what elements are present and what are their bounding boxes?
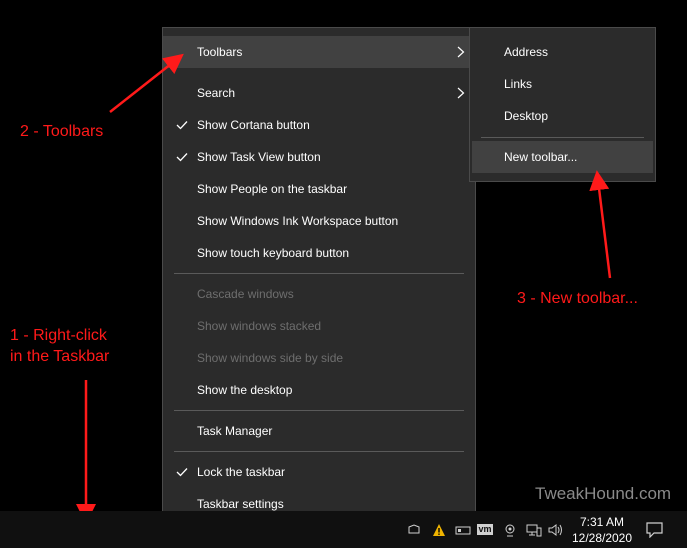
submenu-item-address[interactable]: Address (470, 36, 655, 68)
menu-item-task-manager[interactable]: Task Manager (163, 415, 475, 447)
menu-item-search[interactable]: Search (163, 77, 475, 109)
menu-item-label: Show People on the taskbar (197, 182, 348, 196)
menu-item-label: Show Task View button (197, 150, 321, 164)
menu-item-label: Lock the taskbar (197, 465, 286, 479)
chevron-right-icon (456, 36, 466, 68)
clock-time: 7:31 AM (579, 515, 625, 529)
menu-item-label: Show Cortana button (197, 118, 310, 132)
menu-item-toolbars[interactable]: Toolbars (163, 36, 475, 68)
submenu-item-label: Address (504, 45, 549, 59)
menu-separator (174, 410, 464, 411)
menu-item-label: Cascade windows (197, 287, 294, 301)
menu-item-show-touch-keyboard[interactable]: Show touch keyboard button (163, 237, 475, 269)
menu-item-show-desktop[interactable]: Show the desktop (163, 374, 475, 406)
menu-item-label: Show touch keyboard button (197, 246, 350, 260)
network-icon[interactable] (525, 511, 543, 548)
menu-item-label: Show Windows Ink Workspace button (197, 214, 399, 228)
menu-item-label: Show windows stacked (197, 319, 322, 333)
webcam-icon[interactable] (502, 511, 518, 548)
submenu-item-desktop[interactable]: Desktop (470, 100, 655, 132)
checkmark-icon (175, 109, 189, 141)
checkmark-icon (175, 456, 189, 488)
menu-separator (174, 451, 464, 452)
submenu-item-new-toolbar[interactable]: New toolbar... (472, 141, 653, 173)
menu-separator (174, 273, 464, 274)
menu-item-windows-side-by-side: Show windows side by side (163, 342, 475, 374)
toolbars-submenu: Address Links Desktop New toolbar... (469, 27, 656, 182)
storage-icon[interactable] (454, 511, 472, 548)
menu-item-label: Show windows side by side (197, 351, 344, 365)
chevron-right-icon (456, 77, 466, 109)
taskbar-context-menu: Toolbars Search Show Cortana button Show… (162, 27, 476, 521)
menu-item-label: Search (197, 86, 236, 100)
annotation-step1-line2: in the Taskbar (10, 348, 110, 365)
menu-item-label: Task Manager (197, 424, 273, 438)
volume-icon[interactable] (547, 511, 565, 548)
annotation-step2: 2 - Toolbars (20, 123, 104, 140)
taskbar-clock[interactable]: 7:31 AM 12/28/2020 (566, 514, 638, 546)
menu-item-label: Toolbars (197, 45, 243, 59)
submenu-item-links[interactable]: Links (470, 68, 655, 100)
clock-date: 12/28/2020 (571, 531, 633, 545)
menu-item-cascade-windows: Cascade windows (163, 278, 475, 310)
arrow-to-new-toolbar (589, 170, 612, 279)
submenu-item-label: New toolbar... (504, 150, 578, 164)
menu-item-show-ink-workspace[interactable]: Show Windows Ink Workspace button (163, 205, 475, 237)
submenu-separator (481, 137, 644, 138)
action-center-icon[interactable] (643, 511, 665, 548)
menu-item-show-cortana-button[interactable]: Show Cortana button (163, 109, 475, 141)
menu-item-lock-taskbar[interactable]: Lock the taskbar (163, 456, 475, 488)
annotation-step3: 3 - New toolbar... (517, 290, 638, 307)
submenu-item-label: Links (504, 77, 533, 91)
submenu-item-label: Desktop (504, 109, 549, 123)
menu-item-label: Show the desktop (197, 383, 293, 397)
cloud-sync-icon[interactable] (406, 511, 422, 548)
menu-item-show-people[interactable]: Show People on the taskbar (163, 173, 475, 205)
watermark: TweakHound.com (535, 484, 672, 503)
menu-item-windows-stacked: Show windows stacked (163, 310, 475, 342)
vm-badge: vm (477, 524, 493, 535)
annotation-step1-line1: 1 - Right-click (10, 327, 107, 344)
checkmark-icon (175, 141, 189, 173)
warning-icon[interactable] (431, 511, 447, 548)
menu-item-show-task-view-button[interactable]: Show Task View button (163, 141, 475, 173)
vmware-icon[interactable]: vm (476, 511, 494, 548)
